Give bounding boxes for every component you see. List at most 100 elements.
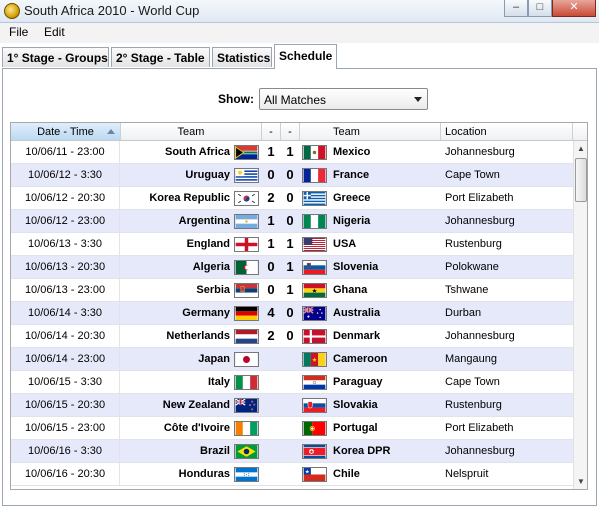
- home-team-name: Germany: [182, 307, 230, 319]
- match-date-time: 10/06/15 - 23:00: [11, 417, 120, 439]
- france-flag-icon: [302, 168, 327, 183]
- table-row[interactable]: 10/06/16 - 3:30 Brazil Korea DPR Johannesbu…: [11, 440, 573, 463]
- australia-flag-icon: [302, 306, 327, 321]
- home-team-name: South Africa: [165, 146, 230, 158]
- tab-statistics[interactable]: Statistics: [212, 47, 272, 67]
- brazil-flag-icon: [234, 444, 259, 459]
- away-team-name: USA: [333, 238, 357, 250]
- match-location: Cape Town: [445, 376, 500, 388]
- away-score: 1: [286, 259, 294, 274]
- minimize-button[interactable]: –: [504, 0, 528, 17]
- menu-edit[interactable]: Edit: [44, 25, 65, 39]
- match-location: Johannesburg: [445, 445, 515, 457]
- greece-flag-icon: [302, 191, 327, 206]
- paraguay-flag-icon: [302, 375, 327, 390]
- header-date-time[interactable]: Date - Time: [11, 123, 121, 141]
- scroll-up-icon[interactable]: ▲: [574, 141, 587, 156]
- home-score: [262, 440, 280, 462]
- tab-strip: 1° Stage - Groups 2° Stage - Table Stati…: [2, 44, 597, 69]
- away-team-name: Chile: [333, 468, 360, 480]
- home-score: 2: [267, 328, 275, 343]
- table-row[interactable]: 10/06/14 - 20:30 Netherlands 2 0 Denmark Joha…: [11, 325, 573, 348]
- tab-schedule[interactable]: Schedule: [274, 44, 337, 69]
- home-score: [262, 463, 280, 485]
- match-location: Johannesburg: [445, 146, 515, 158]
- table-row[interactable]: 10/06/14 - 23:00 Japan Cameroon Mangaung: [11, 348, 573, 371]
- match-filter-select[interactable]: All Matches: [259, 88, 428, 110]
- away-score: [281, 348, 299, 370]
- match-location: Durban: [445, 307, 482, 319]
- uruguay-flag-icon: [234, 168, 259, 183]
- scroll-down-icon[interactable]: ▼: [574, 474, 587, 489]
- table-row[interactable]: 10/06/16 - 20:30 Honduras Chile Nelspruit: [11, 463, 573, 486]
- home-score: 0: [267, 259, 275, 274]
- match-date-time: 10/06/15 - 20:30: [11, 394, 120, 416]
- vertical-scrollbar[interactable]: ▲ ▼: [573, 141, 587, 489]
- home-team-name: Serbia: [196, 284, 230, 296]
- table-row[interactable]: 10/06/12 - 3:30 Uruguay 0 0 France Cape Town: [11, 164, 573, 187]
- home-score: [262, 417, 280, 439]
- table-row[interactable]: 10/06/15 - 20:30 New Zealand Slovakia Ruste…: [11, 394, 573, 417]
- home-score: 0: [267, 167, 275, 182]
- away-score: [281, 440, 299, 462]
- table-row[interactable]: 10/06/13 - 3:30 England 1 1 USA Rustenburg: [11, 233, 573, 256]
- algeria-flag-icon: [234, 260, 259, 275]
- new-zealand-flag-icon: [234, 398, 259, 413]
- table-row[interactable]: 10/06/15 - 23:00 Côte d'Ivoire Portugal Por…: [11, 417, 573, 440]
- soccer-ball-icon: [4, 3, 20, 19]
- tab-groups[interactable]: 1° Stage - Groups: [2, 47, 109, 67]
- table-row[interactable]: 10/06/13 - 20:30 Algeria 0 1 Slovenia Polokwa…: [11, 256, 573, 279]
- match-location: Rustenburg: [445, 238, 502, 250]
- cameroon-flag-icon: [302, 352, 327, 367]
- table-row[interactable]: 10/06/11 - 23:00 South Africa 1 1 Mexico Joha…: [11, 141, 573, 164]
- show-label: Show:: [218, 92, 254, 106]
- close-button[interactable]: ✕: [552, 0, 596, 17]
- maximize-button[interactable]: □: [528, 0, 552, 17]
- table-row[interactable]: 10/06/15 - 3:30 Italy Paraguay Cape Town: [11, 371, 573, 394]
- away-score: 0: [286, 190, 294, 205]
- header-home-team[interactable]: Team: [121, 123, 262, 141]
- ghana-flag-icon: [302, 283, 327, 298]
- scrollbar-thumb[interactable]: [575, 158, 587, 202]
- match-date-time: 10/06/11 - 23:00: [11, 141, 120, 163]
- menu-file[interactable]: File: [9, 25, 28, 39]
- home-team-name: Algeria: [192, 261, 230, 273]
- match-date-time: 10/06/12 - 20:30: [11, 187, 120, 209]
- match-location: Johannesburg: [445, 215, 515, 227]
- tab-table[interactable]: 2° Stage - Table: [111, 47, 210, 67]
- match-location: Port Elizabeth: [445, 422, 514, 434]
- korea-republic-flag-icon: [234, 191, 259, 206]
- match-date-time: 10/06/14 - 3:30: [11, 302, 120, 324]
- match-date-time: 10/06/16 - 20:30: [11, 463, 120, 485]
- netherlands-flag-icon: [234, 329, 259, 344]
- away-team-name: Australia: [333, 307, 381, 319]
- nigeria-flag-icon: [302, 214, 327, 229]
- usa-flag-icon: [302, 237, 327, 252]
- match-date-time: 10/06/14 - 20:30: [11, 325, 120, 347]
- header-away-score[interactable]: -: [281, 123, 300, 141]
- home-score: [262, 371, 280, 393]
- honduras-flag-icon: [234, 467, 259, 482]
- match-date-time: 10/06/12 - 3:30: [11, 164, 120, 186]
- header-date-time-label: Date - Time: [37, 126, 94, 138]
- schedule-table: Date - Time Team - - Team Location 10/06…: [10, 122, 588, 490]
- italy-flag-icon: [234, 375, 259, 390]
- table-row[interactable]: 10/06/13 - 23:00 Serbia 0 1 Ghana Tshwane: [11, 279, 573, 302]
- away-score: [281, 417, 299, 439]
- table-row[interactable]: 10/06/12 - 20:30 Korea Republic 2 0 Greece Po…: [11, 187, 573, 210]
- away-team-name: Greece: [333, 192, 371, 204]
- home-team-name: Côte d'Ivoire: [163, 422, 230, 434]
- home-score: 0: [267, 282, 275, 297]
- title-bar: South Africa 2010 - World Cup – □ ✕: [0, 0, 599, 23]
- home-score: 2: [267, 190, 275, 205]
- away-team-name: Ghana: [333, 284, 368, 296]
- match-date-time: 10/06/12 - 23:00: [11, 210, 120, 232]
- table-row[interactable]: 10/06/12 - 23:00 Argentina 1 0 Nigeria Johann…: [11, 210, 573, 233]
- header-home-score[interactable]: -: [262, 123, 281, 141]
- away-team-name: Portugal: [333, 422, 378, 434]
- home-score: [262, 394, 280, 416]
- table-row[interactable]: 10/06/14 - 3:30 Germany 4 0 Australia Durban: [11, 302, 573, 325]
- header-location[interactable]: Location: [441, 123, 573, 141]
- home-score: [262, 348, 280, 370]
- header-away-team[interactable]: Team: [300, 123, 441, 141]
